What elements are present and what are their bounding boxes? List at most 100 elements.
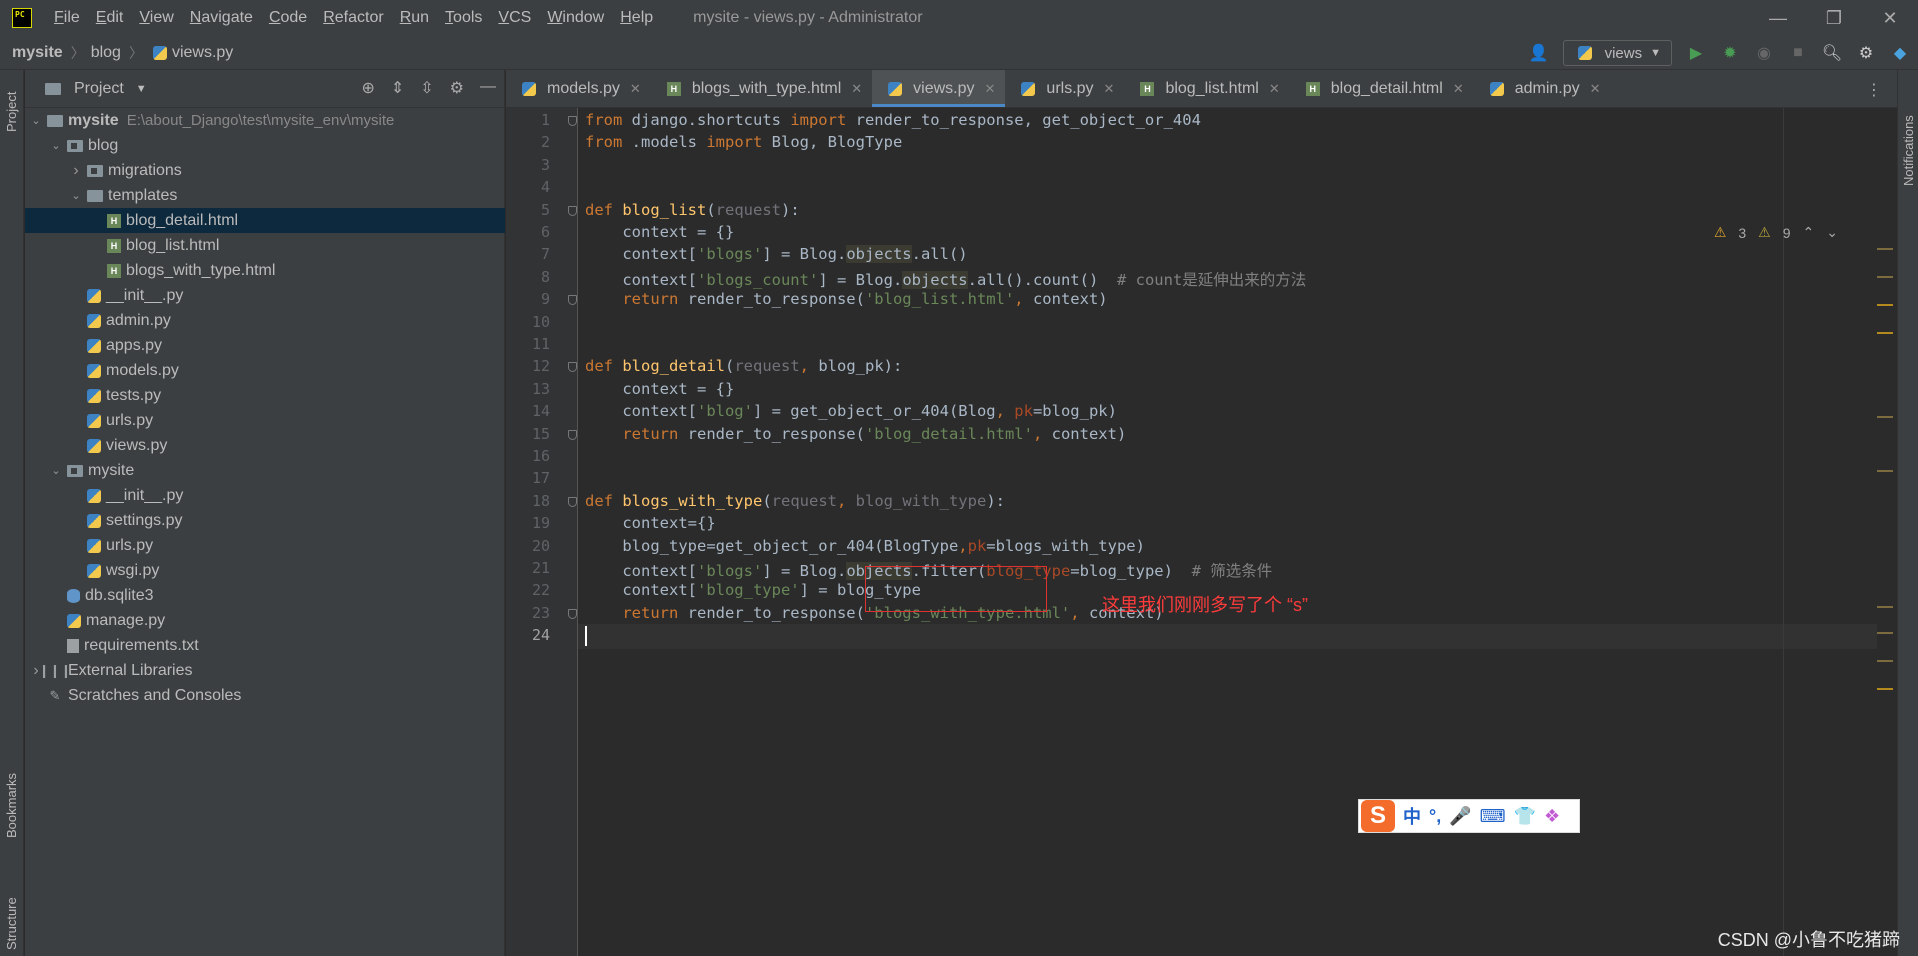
line-number[interactable]: 21 [506, 559, 550, 577]
line-number[interactable]: 17 [506, 469, 550, 487]
structure-tool-button[interactable]: Structure [4, 897, 19, 950]
inspection-widget[interactable]: ⚠ 3 ⚠ 9 ⌃ ⌄ [1714, 224, 1838, 241]
collapse-all-icon[interactable]: ⇳ [420, 78, 433, 98]
breadcrumb-project[interactable]: mysite [0, 44, 63, 62]
close-icon[interactable]: ✕ [1590, 81, 1601, 97]
line-number[interactable]: 19 [506, 514, 550, 532]
line-number[interactable]: 20 [506, 537, 550, 555]
skin-icon[interactable]: 👕 [1514, 806, 1536, 827]
user-icon[interactable]: 👤 [1529, 43, 1549, 63]
line-number[interactable]: 14 [506, 402, 550, 420]
line-number[interactable]: 5 [506, 201, 550, 219]
close-icon[interactable]: ✕ [1269, 81, 1280, 97]
close-icon[interactable]: ✕ [851, 81, 862, 97]
close-icon[interactable]: ✕ [1104, 81, 1115, 97]
keyboard-icon[interactable]: ⌨ [1480, 806, 1506, 827]
toolbox-icon[interactable]: ◆ [1890, 43, 1910, 63]
stop-icon[interactable]: ■ [1788, 43, 1808, 63]
chevron-down-icon[interactable]: ⌄ [29, 114, 43, 127]
line-number[interactable]: 13 [506, 380, 550, 398]
toolbox-icon[interactable]: ❖ [1544, 806, 1560, 827]
line-number[interactable]: 6 [506, 223, 550, 241]
breadcrumb-file[interactable]: views.py [143, 44, 233, 62]
more-vertical-icon[interactable]: ⋮ [1866, 80, 1882, 100]
debug-icon[interactable]: ✹ [1720, 43, 1740, 63]
bookmarks-tool-button[interactable]: Bookmarks [4, 773, 19, 838]
stripe-mark[interactable] [1877, 688, 1893, 690]
expand-all-icon[interactable]: ⇕ [391, 78, 404, 98]
line-number[interactable]: 9 [506, 290, 550, 308]
close-icon[interactable]: ✕ [985, 81, 996, 97]
hide-icon[interactable]: — [480, 78, 496, 98]
line-number[interactable]: 11 [506, 335, 550, 353]
menu-run[interactable]: Run [392, 9, 437, 27]
tree-item[interactable]: db.sqlite3 [25, 583, 505, 608]
breadcrumb-folder[interactable]: blog [85, 44, 121, 62]
project-panel-title[interactable]: Project [74, 80, 124, 98]
search-icon[interactable]: 🔍︎ [1822, 43, 1842, 63]
menu-view[interactable]: View [131, 9, 181, 27]
project-tool-button[interactable]: Project [4, 92, 19, 132]
fold-marker-icon[interactable] [568, 496, 577, 507]
close-window-button[interactable]: ✕ [1862, 0, 1918, 36]
menu-tools[interactable]: Tools [437, 9, 490, 27]
tree-item[interactable]: Hblog_detail.html [25, 208, 505, 233]
run-configuration-select[interactable]: views ▼ [1562, 40, 1672, 66]
tree-item[interactable]: requirements.txt [25, 633, 505, 658]
line-number[interactable]: 3 [506, 156, 550, 174]
chevron-down-icon[interactable]: ▼ [136, 83, 147, 95]
editor-tab[interactable]: admin.py ✕ [1474, 70, 1611, 107]
stripe-mark[interactable] [1877, 660, 1893, 662]
settings-icon[interactable]: ⚙ [1856, 43, 1876, 63]
ime-punctuation-icon[interactable]: °, [1429, 806, 1441, 827]
editor-tab[interactable]: Hblog_list.html ✕ [1124, 70, 1289, 107]
ime-chinese-mode[interactable]: 中 [1403, 803, 1421, 829]
stripe-mark[interactable] [1877, 632, 1893, 634]
line-number[interactable]: 18 [506, 492, 550, 510]
line-number[interactable]: 7 [506, 245, 550, 263]
tree-item[interactable]: › ❙❙❙ External Libraries [25, 658, 505, 683]
fold-marker-icon[interactable] [568, 362, 577, 373]
tree-item[interactable]: ⌄ mysite [25, 458, 505, 483]
sogou-logo-icon[interactable]: S [1361, 800, 1395, 832]
tree-item[interactable]: ⌄ mysite E:\about_Django\test\mysite_env\m… [25, 108, 505, 133]
line-number[interactable]: 16 [506, 447, 550, 465]
gear-icon[interactable]: ⚙ [450, 78, 464, 98]
line-number[interactable]: 4 [506, 178, 550, 196]
fold-marker-icon[interactable] [568, 116, 577, 126]
menu-edit[interactable]: Edit [88, 9, 132, 27]
menu-file[interactable]: File [46, 9, 88, 27]
editor-tab[interactable]: models.py ✕ [506, 70, 651, 107]
line-number[interactable]: 22 [506, 581, 550, 599]
line-number[interactable]: 8 [506, 268, 550, 286]
restore-button[interactable]: ❐ [1806, 0, 1862, 36]
error-stripe[interactable] [1877, 108, 1897, 956]
stripe-mark[interactable] [1877, 606, 1893, 608]
menu-navigate[interactable]: Navigate [182, 9, 261, 27]
stripe-mark[interactable] [1877, 304, 1893, 306]
stripe-mark[interactable] [1877, 332, 1893, 334]
tree-item[interactable]: apps.py [25, 333, 505, 358]
stripe-mark[interactable] [1877, 416, 1893, 418]
tree-item[interactable]: models.py [25, 358, 505, 383]
editor-tab[interactable]: Hblogs_with_type.html ✕ [651, 70, 872, 107]
close-icon[interactable]: ✕ [1453, 81, 1464, 97]
menu-refactor[interactable]: Refactor [315, 9, 391, 27]
fold-marker-icon[interactable] [568, 205, 577, 216]
close-icon[interactable]: ✕ [630, 81, 641, 97]
line-number[interactable]: 23 [506, 604, 550, 622]
tree-item[interactable]: urls.py [25, 408, 505, 433]
microphone-icon[interactable]: 🎤 [1449, 806, 1471, 827]
tree-item[interactable]: wsgi.py [25, 558, 505, 583]
minimize-button[interactable]: — [1750, 0, 1806, 36]
tree-item[interactable]: views.py [25, 433, 505, 458]
editor-tab[interactable]: urls.py ✕ [1005, 70, 1124, 107]
menu-help[interactable]: Help [612, 9, 661, 27]
coverage-icon[interactable]: ◉ [1754, 43, 1774, 63]
line-number[interactable]: 12 [506, 357, 550, 375]
line-number[interactable]: 15 [506, 425, 550, 443]
tree-item[interactable]: manage.py [25, 608, 505, 633]
fold-marker-icon[interactable] [568, 429, 577, 440]
chevron-up-icon[interactable]: ⌃ [1803, 224, 1815, 241]
tree-item[interactable]: ⌄ templates [25, 183, 505, 208]
